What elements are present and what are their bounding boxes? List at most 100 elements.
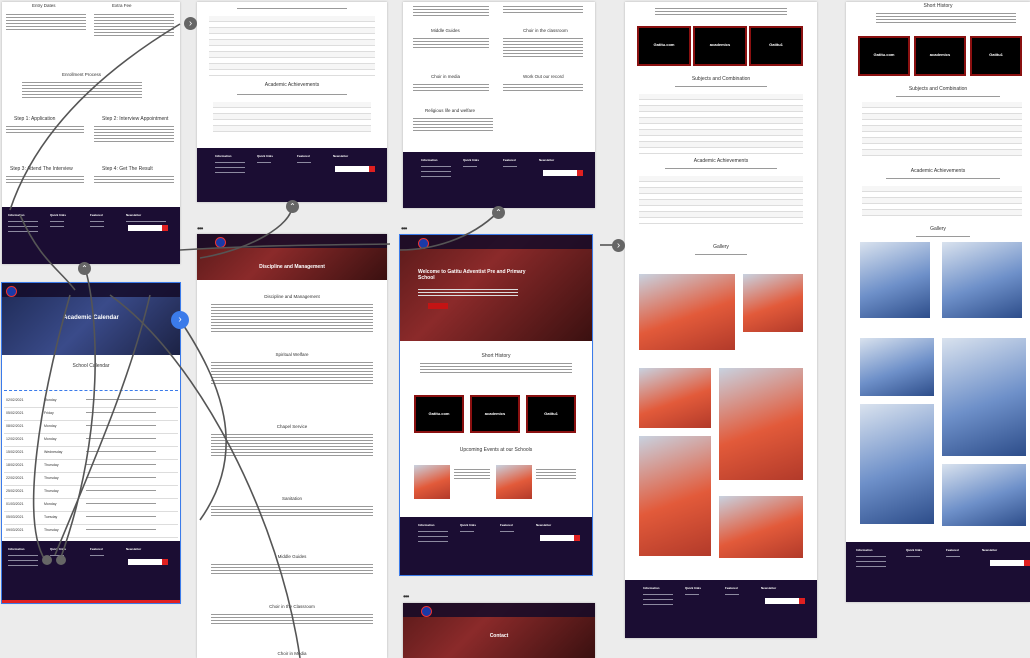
- calendar-day: Friday: [44, 411, 54, 415]
- gallery-photo[interactable]: [639, 436, 711, 556]
- feature-card-label: Gatitu.com: [653, 42, 675, 48]
- gallery-photo[interactable]: [639, 368, 711, 428]
- feature-card-label: Gatitu1: [989, 52, 1003, 58]
- subscribe-button[interactable]: [162, 559, 168, 565]
- history-achievements-title: Academic Achievements: [910, 168, 966, 174]
- calendar-date: 02/02/2021: [6, 398, 24, 402]
- feature-card[interactable]: Gatitu.com: [637, 26, 691, 66]
- choir-media-title: Choir in media: [431, 74, 461, 79]
- subscribe-button[interactable]: [369, 166, 375, 172]
- gallery-photo[interactable]: [942, 338, 1026, 456]
- subscribe-button[interactable]: [577, 170, 583, 176]
- gallery-photo[interactable]: [719, 368, 803, 480]
- religious-life-title: Religious life and welfare: [425, 108, 476, 113]
- frame-contact[interactable]: Contact: [403, 603, 595, 658]
- calendar-row: 12/02/2021 Monday: [4, 434, 178, 447]
- subscribe-button[interactable]: [1024, 560, 1030, 566]
- feature-card[interactable]: Gatitu.com: [414, 395, 464, 433]
- subscribe-button[interactable]: [162, 225, 168, 231]
- calendar-day: Thursday: [44, 463, 59, 467]
- link-handle-icon[interactable]: ⌃: [286, 200, 299, 213]
- feature-card[interactable]: Gatitu1: [970, 36, 1022, 76]
- calendar-day: Thursday: [44, 528, 59, 532]
- link-handle-icon[interactable]: ⌃: [78, 262, 91, 275]
- feature-card-label: Gatitu.com: [873, 52, 895, 58]
- link-dot-icon[interactable]: [42, 555, 52, 565]
- calendar-date: 25/02/2021: [6, 489, 24, 493]
- frame-enrollment[interactable]: Entry Dates Extra Fee Enrollment Process…: [2, 2, 180, 264]
- home-hero-title: Welcome to Gatitu Adventist Pre and Prim…: [418, 269, 526, 281]
- gallery-photo[interactable]: [719, 496, 803, 558]
- calendar-day: Thursday: [44, 476, 59, 480]
- link-handle-icon[interactable]: ⌃: [492, 206, 505, 219]
- link-arrow-icon[interactable]: ›: [171, 311, 189, 329]
- frame-extras[interactable]: Middle Guides Choir in the classroom Cho…: [403, 2, 595, 208]
- frame-calendar[interactable]: Academic Calendar School Calendar 02/02/…: [1, 282, 181, 604]
- calendar-date: 18/02/2021: [6, 463, 24, 467]
- newsletter-input[interactable]: [540, 535, 580, 541]
- newsletter-input[interactable]: [990, 560, 1030, 566]
- events-title: Upcoming Events at our Schools: [459, 447, 533, 453]
- footer-col3: Featured: [500, 523, 513, 527]
- feature-card[interactable]: academics: [693, 26, 747, 66]
- feature-card[interactable]: academics: [914, 36, 966, 76]
- link-arrow-icon[interactable]: ›: [612, 239, 625, 252]
- footer-col2: Quick links: [50, 547, 67, 551]
- gallery-photo[interactable]: [860, 338, 934, 396]
- frame-discipline[interactable]: Discipline and Management Discipline and…: [197, 234, 387, 658]
- footer-col1: Information: [8, 547, 25, 551]
- history-subjects-title: Subjects and Combination: [908, 86, 968, 92]
- calendar-day: Thursday: [44, 489, 59, 493]
- footer-col2: Quick links: [463, 158, 480, 162]
- footer: Information Quick links Featured Newslet…: [2, 541, 180, 603]
- frame-gallery[interactable]: Subjects and Combination Academic Achiev…: [625, 2, 817, 638]
- feature-card[interactable]: academics: [470, 395, 520, 433]
- subjects-title: Subjects and Combination: [691, 76, 751, 82]
- enrollment-process-title: Enrollment Process: [62, 72, 102, 77]
- footer-col1: Information: [643, 586, 660, 590]
- newsletter-input[interactable]: [128, 559, 168, 565]
- newsletter-input[interactable]: [335, 166, 375, 172]
- link-dot-icon[interactable]: [56, 555, 66, 565]
- discipline-section-title: Chapel Service: [276, 424, 308, 429]
- footer-col4: Newsletter: [982, 548, 998, 552]
- calendar-date: 01/03/2021: [6, 502, 24, 506]
- frame-menu-icon[interactable]: •••: [401, 224, 407, 233]
- contact-hero: Contact: [403, 603, 595, 658]
- discipline-section-title: Sanitation: [281, 496, 302, 501]
- frame-menu-icon[interactable]: •••: [403, 592, 409, 601]
- frame-history[interactable]: Short History Subjects and Combination A…: [846, 2, 1030, 602]
- feature-card[interactable]: Gatitu1: [526, 395, 576, 433]
- newsletter-input[interactable]: [765, 598, 805, 604]
- subscribe-button[interactable]: [574, 535, 580, 541]
- footer-col3: Featured: [90, 547, 103, 551]
- frame-home[interactable]: Welcome to Gatitu Adventist Pre and Prim…: [399, 234, 593, 576]
- discipline-section-title: Choir in Media: [277, 650, 307, 656]
- calendar-date: 09/03/2021: [6, 528, 24, 532]
- calendar-row: 25/02/2021 Thursday: [4, 486, 178, 499]
- feature-card-label: Gatitu1: [769, 42, 783, 48]
- calendar-row: 05/02/2021 Friday: [4, 408, 178, 421]
- gallery-photo[interactable]: [860, 242, 930, 318]
- gallery-photo[interactable]: [743, 274, 803, 332]
- calendar-date: 05/03/2021: [6, 515, 24, 519]
- frame-menu-icon[interactable]: •••: [197, 224, 203, 233]
- feature-card[interactable]: Gatitu.com: [858, 36, 910, 76]
- calendar-row: 15/02/2021 Wednesday: [4, 447, 178, 460]
- newsletter-input[interactable]: [543, 170, 583, 176]
- gallery-photo[interactable]: [639, 274, 735, 350]
- subscribe-button[interactable]: [799, 598, 805, 604]
- gallery-photo[interactable]: [860, 404, 934, 524]
- choir-classroom-title: Choir in the classroom: [523, 28, 568, 33]
- frame-academics[interactable]: Academic Achievements Information Quick …: [197, 2, 387, 202]
- calendar-row: 01/03/2021 Monday: [4, 499, 178, 512]
- newsletter-input[interactable]: [128, 225, 168, 231]
- link-arrow-icon[interactable]: ›: [184, 17, 197, 30]
- hero-cta-button[interactable]: [428, 303, 448, 309]
- footer: Information Quick links Featured Newslet…: [400, 517, 592, 575]
- gallery-photo[interactable]: [942, 464, 1026, 526]
- feature-card[interactable]: Gatitu1: [749, 26, 803, 66]
- discipline-hero-title: Discipline and Management: [259, 264, 325, 270]
- footer: Information Quick links Featured Newslet…: [846, 542, 1030, 602]
- gallery-photo[interactable]: [942, 242, 1022, 318]
